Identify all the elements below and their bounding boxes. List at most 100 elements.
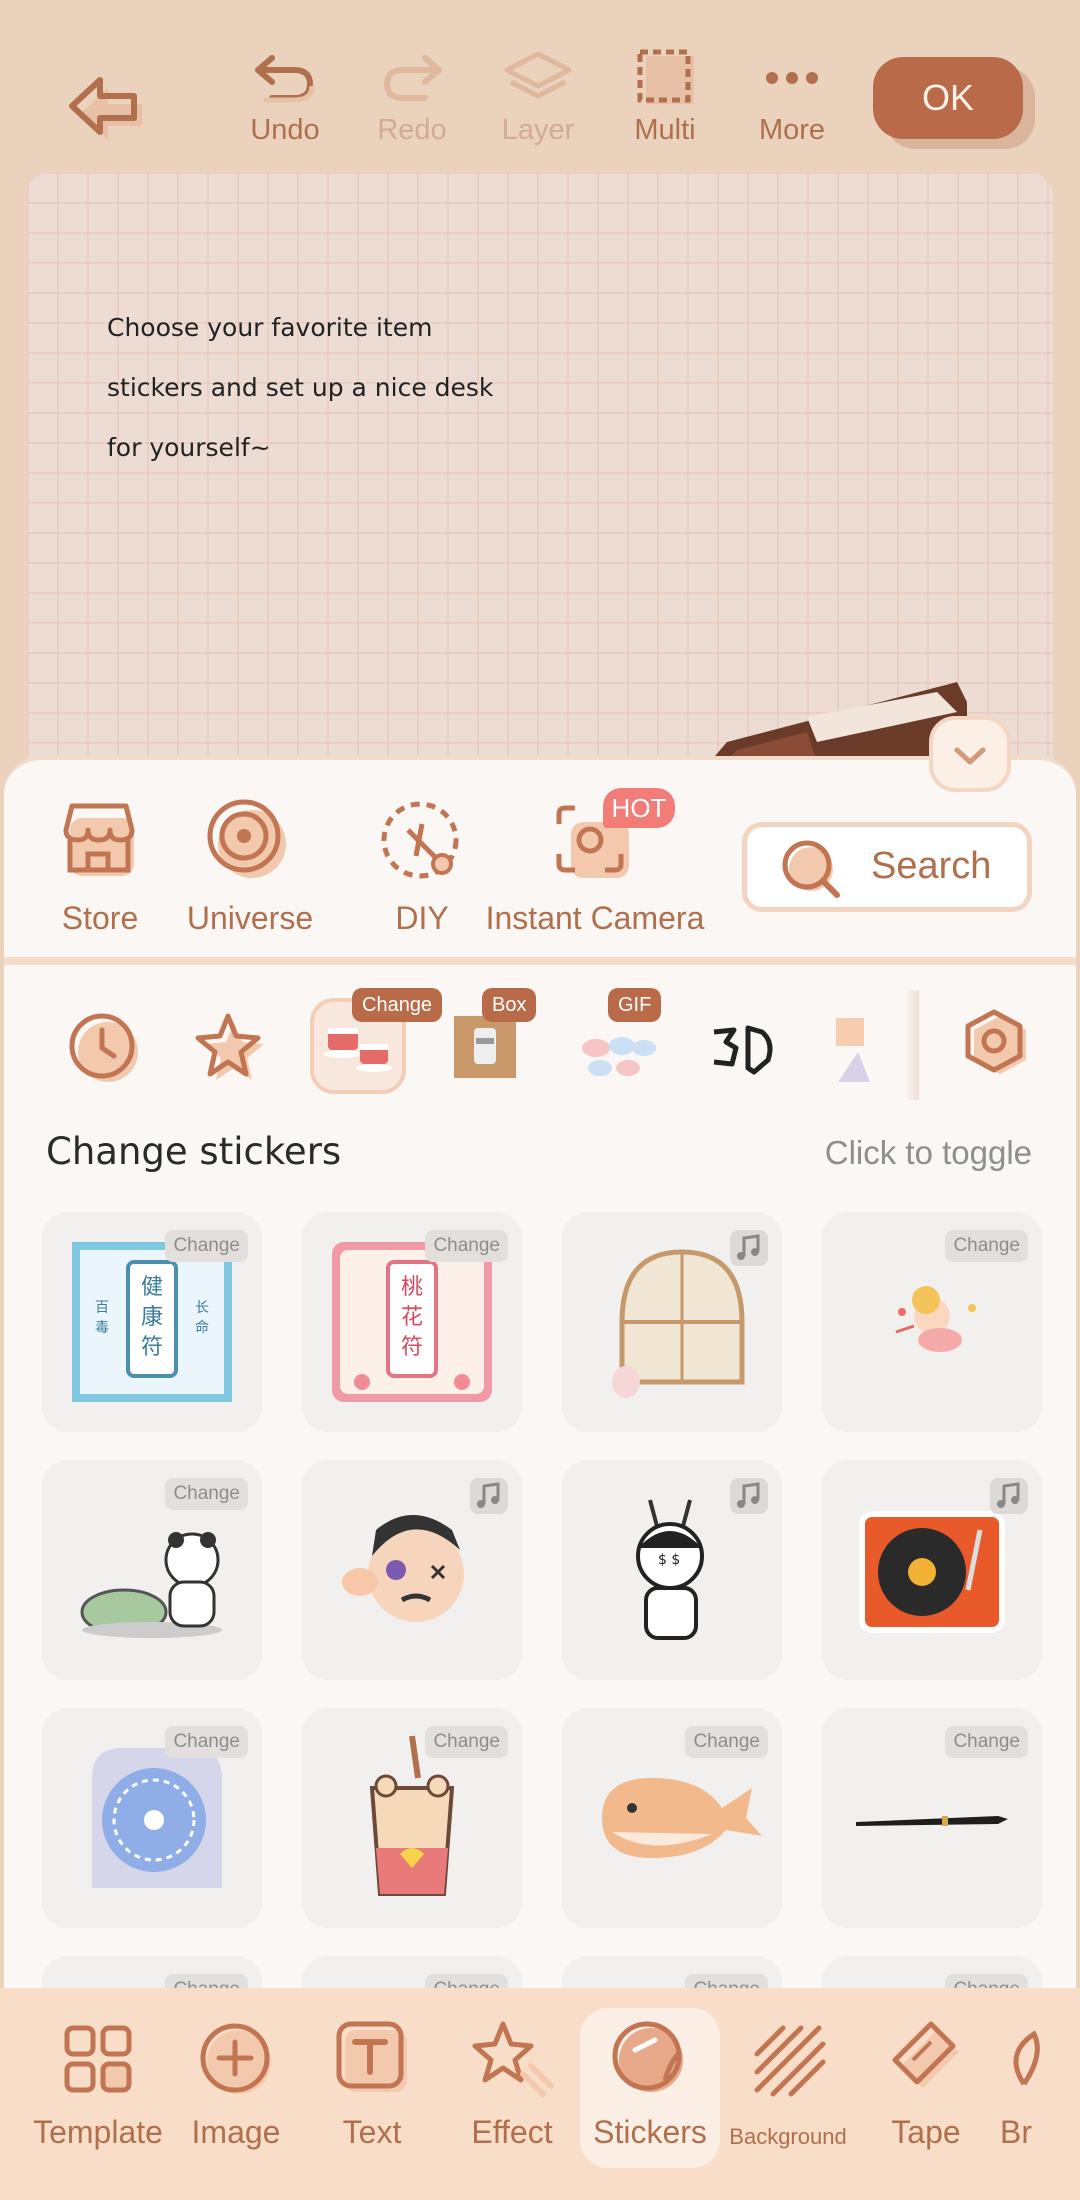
text-icon [336,2021,407,2092]
store-button[interactable]: Store [50,796,150,946]
change-tag: Change [165,1726,248,1758]
nav-stickers[interactable]: Stickers [580,2008,720,2168]
canvas-text-block[interactable]: Choose your favorite item stickers and s… [107,298,607,478]
canvas-text-line: for yourself~ [107,433,271,462]
toggle-hint[interactable]: Click to toggle [825,1134,1032,1172]
svg-text:符: 符 [141,1335,163,1360]
back-button[interactable] [52,58,152,148]
category-box[interactable]: Box [452,988,542,1092]
music-note-icon [730,1230,768,1266]
nav-template[interactable]: Template [28,2008,168,2168]
more-button[interactable]: More [737,48,847,158]
nav-tape[interactable]: Tape [856,2008,996,2168]
nav-text-label: Text [342,2114,402,2150]
svg-text:毒: 毒 [95,1320,109,1336]
category-gif[interactable]: GIF [578,988,668,1092]
change-badge: Change [352,988,443,1022]
nav-image[interactable]: Image [166,2008,306,2168]
layer-button[interactable]: Layer [483,48,593,158]
undo-button[interactable]: Undo [230,48,340,158]
template-grid-icon [64,2025,132,2093]
gif-sticker-thumbnail [582,1037,656,1076]
category-recent[interactable] [58,1002,148,1092]
sticker-tile[interactable] [822,1460,1042,1680]
sticker-tile[interactable] [302,1460,522,1680]
change-tag: Change [425,1726,508,1758]
tape-icon [892,2021,959,2088]
redo-button[interactable]: Redo [357,48,467,158]
ok-button[interactable]: OK [873,57,1023,139]
change-tag: Change [685,1726,768,1758]
universe-button[interactable]: Universe [187,796,313,946]
hot-badge: HOT [603,788,675,828]
nav-template-label: Template [33,2114,163,2150]
diy-button[interactable]: DIY [372,796,472,946]
gif-badge: GIF [608,988,662,1022]
layers-icon [504,51,572,99]
category-settings[interactable] [950,1002,1040,1092]
sticker-tile[interactable]: Change [562,1708,782,1928]
category-scroll-fade [905,990,919,1100]
change-tag: Change [945,1726,1028,1758]
nav-image-label: Image [191,2114,281,2150]
svg-text:长: 长 [195,1300,209,1316]
category-change-stickers[interactable]: Change [310,988,443,1094]
nav-effect[interactable]: Effect [442,2008,582,2168]
nav-background-label: Background [729,2124,847,2149]
nav-brush[interactable]: Br [994,2008,1080,2168]
bottom-navigation: Template Image Text Effect Stickers Back… [0,1988,1080,2200]
universe-label: Universe [186,900,314,936]
sticker-tile[interactable]: Change [42,1460,262,1680]
category-favorites[interactable] [184,1002,274,1092]
sticker-tile[interactable]: 桃 花 符 Change [302,1212,522,1432]
scissors-icon [381,801,459,879]
back-arrow-icon [69,77,142,140]
effect-star-icon [472,2021,554,2097]
music-note-icon [990,1478,1028,1514]
svg-text:花: 花 [401,1305,423,1330]
svg-text:桃: 桃 [401,1275,423,1300]
sticker-tile[interactable] [562,1212,782,1432]
sticker-icon [612,2021,683,2092]
top-toolbar: Undo Redo Layer Multi More OK [0,0,1080,172]
svg-text:百: 百 [95,1300,109,1316]
instant-camera-label: Instant Camera [485,900,705,936]
sticker-tile[interactable]: Change [822,1212,1042,1432]
sticker-tile[interactable]: Change [302,1708,522,1928]
redo-icon [383,55,442,101]
search-icon [782,840,840,898]
svg-text:$ $: $ $ [658,1552,680,1568]
panel-divider [4,957,1076,965]
nav-text[interactable]: Text [302,2008,442,2168]
redo-label: Redo [377,114,447,146]
store-icon [63,803,135,876]
svg-text:健: 健 [141,1275,163,1300]
nav-stickers-label: Stickers [593,2114,707,2150]
add-image-icon [200,2023,271,2094]
undo-label: Undo [250,114,320,146]
sticker-search-button[interactable]: Search [742,822,1032,912]
diy-label: DIY [395,900,449,936]
multi-label: Multi [634,114,696,146]
sticker-tile[interactable]: $ $ [562,1460,782,1680]
category-3d[interactable] [704,1002,794,1092]
background-stripes-icon [754,2025,826,2097]
sticker-tile[interactable]: Change [42,1708,262,1928]
nav-background[interactable]: Background [718,2008,858,2168]
change-tag: Change [165,1230,248,1262]
editor-canvas[interactable]: Choose your favorite item stickers and s… [27,172,1053,812]
undo-icon [255,55,315,103]
nav-tape-label: Tape [891,2114,961,2150]
section-title: Change stickers [46,1130,342,1173]
svg-text:符: 符 [401,1335,423,1360]
more-dots-icon [766,72,818,84]
canvas-text-line: Choose your favorite item [107,313,433,342]
multi-button[interactable]: Multi [610,48,720,158]
canvas-text-line: stickers and set up a nice desk [107,373,494,402]
collapse-panel-button[interactable] [929,716,1011,792]
sticker-tile[interactable]: Change [822,1708,1042,1928]
star-icon [195,1013,264,1080]
music-note-icon [730,1478,768,1514]
sticker-tile[interactable]: 健 康 符 百 毒 长 命 Change [42,1212,262,1432]
box-sticker-thumbnail [454,1016,516,1078]
